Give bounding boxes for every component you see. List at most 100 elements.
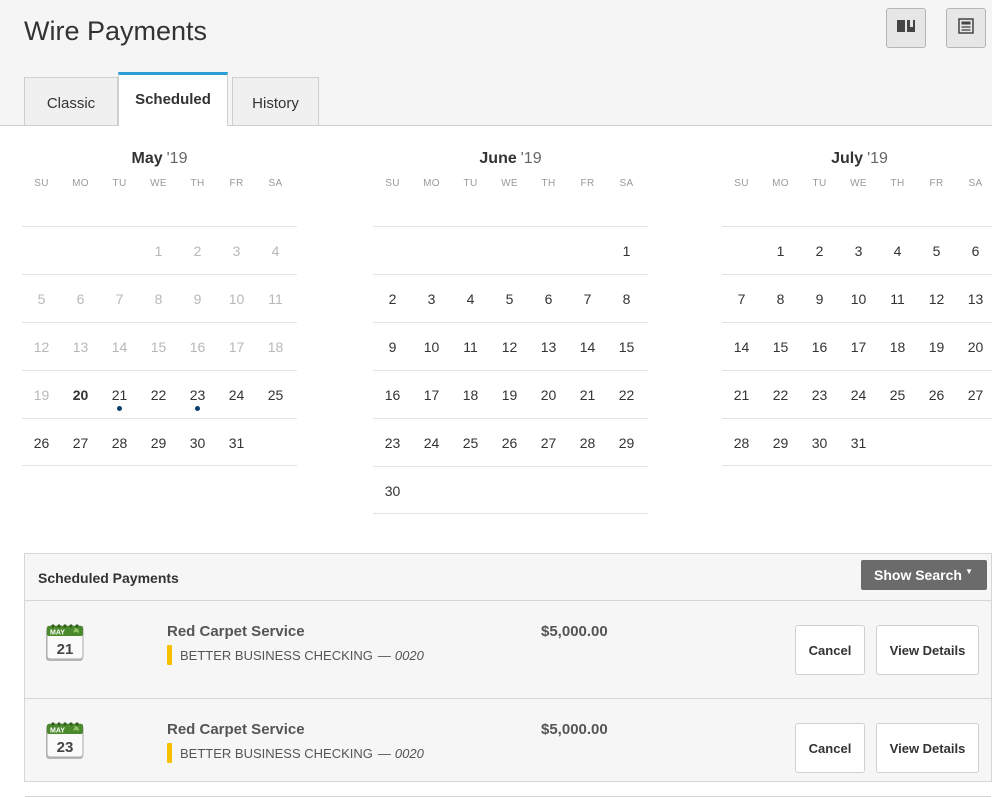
calendar-day[interactable]: 21 bbox=[722, 387, 761, 403]
calendar-day[interactable]: 26 bbox=[22, 435, 61, 451]
calendar-day[interactable]: 17 bbox=[217, 339, 256, 355]
calendar-day[interactable]: 21 bbox=[568, 387, 607, 403]
calendar-day[interactable]: 7 bbox=[568, 291, 607, 307]
calendar-day[interactable]: 18 bbox=[451, 387, 490, 403]
calendar-day[interactable]: 3 bbox=[839, 243, 878, 259]
calendar-day[interactable]: 8 bbox=[607, 291, 646, 307]
book-view-button[interactable] bbox=[886, 8, 926, 48]
calendar-day[interactable]: 3 bbox=[412, 291, 451, 307]
calendar-day[interactable]: 2 bbox=[800, 243, 839, 259]
calendar-day[interactable]: 18 bbox=[256, 339, 295, 355]
calendar-day[interactable]: 15 bbox=[761, 339, 800, 355]
calendar-day[interactable]: 27 bbox=[529, 435, 568, 451]
calendar-day[interactable]: 28 bbox=[568, 435, 607, 451]
calendar-day[interactable]: 20 bbox=[956, 339, 992, 355]
calendar-day[interactable]: 2 bbox=[373, 291, 412, 307]
calendar-day[interactable]: 23 bbox=[800, 387, 839, 403]
calendar-day[interactable]: 10 bbox=[412, 339, 451, 355]
calendar-day[interactable]: 22 bbox=[607, 387, 646, 403]
calendar-day[interactable]: 27 bbox=[956, 387, 992, 403]
calendar-day[interactable]: 20 bbox=[529, 387, 568, 403]
calendar-day[interactable]: 16 bbox=[800, 339, 839, 355]
calendar-day[interactable]: 1 bbox=[607, 243, 646, 259]
calendar-day[interactable]: 24 bbox=[217, 387, 256, 403]
calendar-day[interactable]: 12 bbox=[917, 291, 956, 307]
calendar-day[interactable]: 19 bbox=[917, 339, 956, 355]
calendar-day[interactable]: 7 bbox=[722, 291, 761, 307]
calendar-day[interactable]: 2 bbox=[178, 243, 217, 259]
calendar-day[interactable]: 20 bbox=[61, 387, 100, 403]
calendar-day[interactable]: 22 bbox=[761, 387, 800, 403]
calendar-day[interactable]: 13 bbox=[61, 339, 100, 355]
calendar-day[interactable]: 26 bbox=[490, 435, 529, 451]
calendar-day[interactable]: 9 bbox=[373, 339, 412, 355]
calendar-day[interactable]: 14 bbox=[722, 339, 761, 355]
calendar-day[interactable]: 25 bbox=[451, 435, 490, 451]
calendar-day[interactable]: 19 bbox=[490, 387, 529, 403]
calendar-day[interactable]: 11 bbox=[256, 291, 295, 307]
calendar-day[interactable]: 30 bbox=[373, 483, 412, 499]
calendar-day[interactable]: 7 bbox=[100, 291, 139, 307]
calendar-day[interactable]: 10 bbox=[839, 291, 878, 307]
calendar-day[interactable]: 14 bbox=[100, 339, 139, 355]
calendar-day[interactable]: 28 bbox=[100, 435, 139, 451]
calendar-day[interactable]: 31 bbox=[839, 435, 878, 451]
calendar-day[interactable]: 16 bbox=[373, 387, 412, 403]
calendar-day[interactable]: 4 bbox=[256, 243, 295, 259]
calendar-day[interactable]: 17 bbox=[412, 387, 451, 403]
calendar-day[interactable]: 25 bbox=[878, 387, 917, 403]
calendar-day[interactable]: 29 bbox=[139, 435, 178, 451]
calendar-day[interactable]: 16 bbox=[178, 339, 217, 355]
calendar-day[interactable]: 5 bbox=[22, 291, 61, 307]
calendar-day[interactable]: 27 bbox=[61, 435, 100, 451]
tab-scheduled[interactable]: Scheduled bbox=[118, 72, 228, 126]
calendar-day[interactable]: 25 bbox=[256, 387, 295, 403]
calendar-day[interactable]: 11 bbox=[878, 291, 917, 307]
calendar-day[interactable]: 30 bbox=[800, 435, 839, 451]
calendar-day[interactable]: 10 bbox=[217, 291, 256, 307]
calendar-day[interactable]: 23 bbox=[373, 435, 412, 451]
view-details-button[interactable]: View Details bbox=[876, 625, 979, 675]
cancel-button[interactable]: Cancel bbox=[795, 625, 865, 675]
view-details-button[interactable]: View Details bbox=[876, 723, 979, 773]
calendar-day[interactable]: 3 bbox=[217, 243, 256, 259]
show-search-button[interactable]: Show Search ▼ bbox=[861, 560, 987, 590]
calendar-day[interactable]: 28 bbox=[722, 435, 761, 451]
calendar-day[interactable]: 9 bbox=[178, 291, 217, 307]
calendar-day[interactable]: 24 bbox=[839, 387, 878, 403]
calendar-day[interactable]: 30 bbox=[178, 435, 217, 451]
calendar-day[interactable]: 21 bbox=[100, 387, 139, 403]
calendar-day[interactable]: 6 bbox=[956, 243, 992, 259]
calendar-day[interactable]: 17 bbox=[839, 339, 878, 355]
calendar-day[interactable]: 26 bbox=[917, 387, 956, 403]
calendar-day[interactable]: 24 bbox=[412, 435, 451, 451]
calendar-day[interactable]: 22 bbox=[139, 387, 178, 403]
calendar-day[interactable]: 6 bbox=[529, 291, 568, 307]
cancel-button[interactable]: Cancel bbox=[795, 723, 865, 773]
calendar-day[interactable]: 15 bbox=[607, 339, 646, 355]
calendar-day[interactable]: 29 bbox=[607, 435, 646, 451]
calendar-day[interactable]: 1 bbox=[761, 243, 800, 259]
calendar-day[interactable]: 23 bbox=[178, 387, 217, 403]
calendar-day[interactable]: 13 bbox=[529, 339, 568, 355]
calendar-day[interactable]: 9 bbox=[800, 291, 839, 307]
calendar-day[interactable]: 5 bbox=[490, 291, 529, 307]
calendar-day[interactable]: 4 bbox=[878, 243, 917, 259]
calendar-day[interactable]: 5 bbox=[917, 243, 956, 259]
calendar-day[interactable]: 11 bbox=[451, 339, 490, 355]
calendar-day[interactable]: 19 bbox=[22, 387, 61, 403]
calendar-day[interactable]: 6 bbox=[61, 291, 100, 307]
calendar-day[interactable]: 12 bbox=[490, 339, 529, 355]
calendar-day[interactable]: 18 bbox=[878, 339, 917, 355]
calendar-day[interactable]: 1 bbox=[139, 243, 178, 259]
calendar-day[interactable]: 29 bbox=[761, 435, 800, 451]
calendar-day[interactable]: 4 bbox=[451, 291, 490, 307]
calendar-day[interactable]: 31 bbox=[217, 435, 256, 451]
calendar-day[interactable]: 12 bbox=[22, 339, 61, 355]
calendar-day[interactable]: 15 bbox=[139, 339, 178, 355]
calendar-day[interactable]: 8 bbox=[139, 291, 178, 307]
tab-history[interactable]: History bbox=[232, 77, 319, 125]
calendar-day[interactable]: 8 bbox=[761, 291, 800, 307]
print-view-button[interactable] bbox=[946, 8, 986, 48]
calendar-day[interactable]: 13 bbox=[956, 291, 992, 307]
